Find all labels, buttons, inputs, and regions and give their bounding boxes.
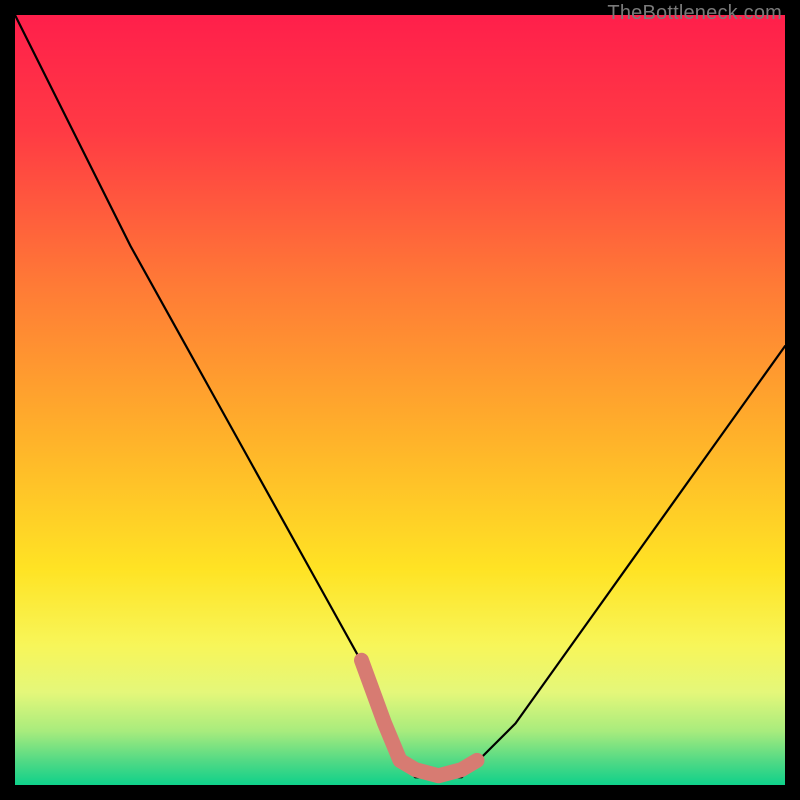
plot-area bbox=[15, 15, 785, 785]
chart-frame: TheBottleneck.com bbox=[0, 0, 800, 800]
bottom-highlight bbox=[362, 660, 478, 776]
curve-layer bbox=[15, 15, 785, 785]
bottleneck-curve bbox=[15, 15, 785, 777]
watermark-text: TheBottleneck.com bbox=[607, 2, 782, 25]
